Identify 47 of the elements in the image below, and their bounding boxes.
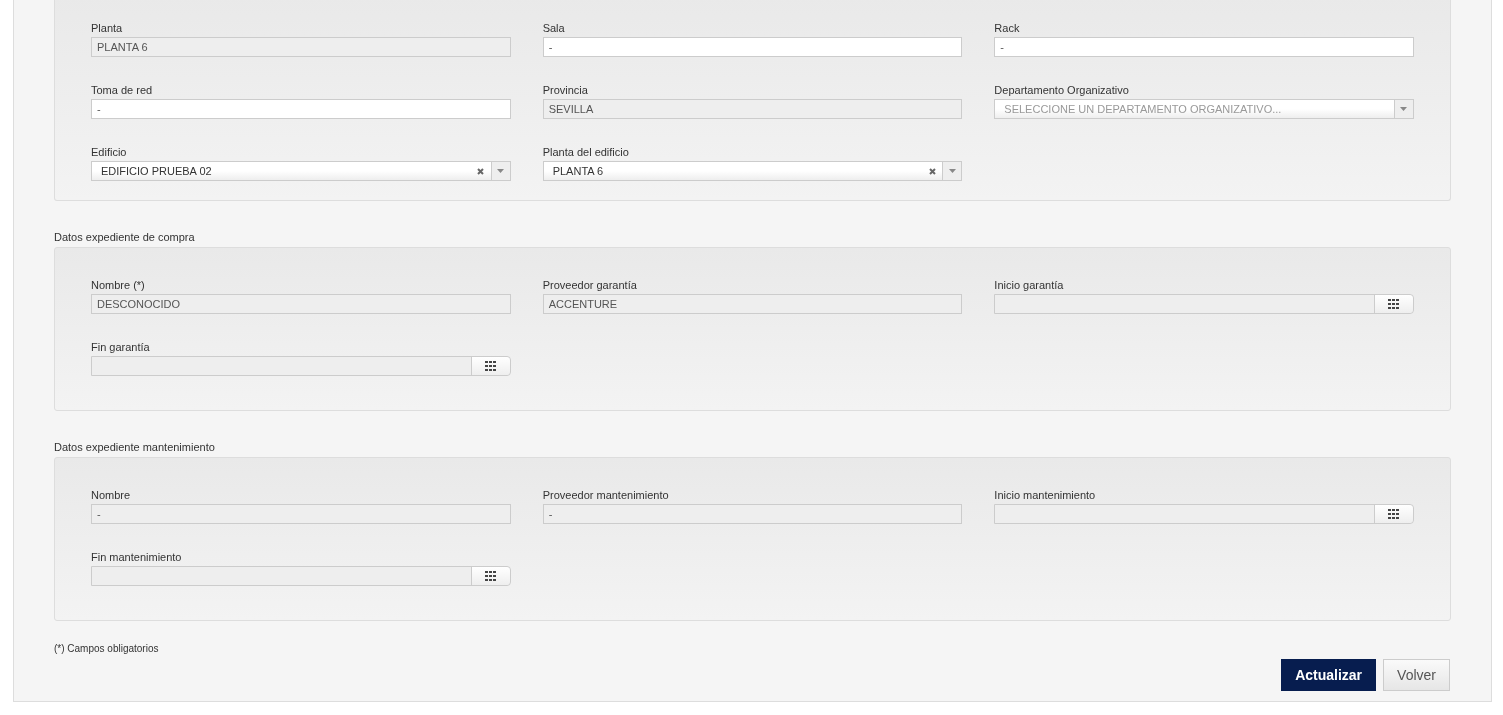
field-label: Planta del edificio — [542, 146, 630, 159]
field-label: Nombre (*) — [91, 279, 146, 292]
field-label: Inicio garantía — [994, 279, 1065, 292]
field-label: Rack — [994, 22, 1021, 35]
text-field[interactable]: - — [542, 37, 963, 57]
text-field[interactable]: PLANTA 6 — [91, 37, 511, 57]
section-title: Datos expediente mantenimiento — [54, 441, 216, 454]
field-label: Toma de red — [91, 84, 154, 97]
calendar-button[interactable] — [1374, 505, 1413, 523]
field-label: Sala — [542, 22, 566, 35]
calendar-icon — [485, 571, 497, 581]
text-field[interactable]: - — [994, 37, 1414, 57]
field-label: Fin mantenimiento — [91, 551, 183, 564]
caret-icon — [1400, 107, 1408, 111]
calendar-icon — [1388, 509, 1400, 519]
field-label: Proveedor mantenimiento — [542, 489, 670, 502]
text-field[interactable]: DESCONOCIDO — [91, 294, 511, 314]
date-field[interactable] — [91, 356, 511, 376]
field-label: Edificio — [91, 146, 128, 159]
text-field[interactable]: SEVILLA — [542, 99, 963, 119]
date-field[interactable] — [994, 294, 1414, 314]
field-label: Nombre — [91, 489, 132, 502]
caret-icon — [948, 169, 956, 173]
calendar-icon — [1388, 299, 1400, 309]
caret-icon — [497, 169, 505, 173]
field-label: Proveedor garantía — [542, 279, 638, 292]
field-label: Provincia — [542, 84, 589, 97]
back-button[interactable]: Volver — [1383, 659, 1450, 691]
text-field[interactable]: - — [91, 99, 511, 119]
text-field[interactable]: ACCENTURE — [542, 294, 963, 314]
field-label: Fin garantía — [91, 341, 151, 354]
calendar-button[interactable] — [470, 567, 510, 585]
calendar-button[interactable] — [470, 357, 510, 375]
text-field[interactable]: - — [542, 504, 963, 524]
update-button[interactable]: Actualizar — [1281, 659, 1377, 691]
text-field[interactable]: - — [91, 504, 511, 524]
field-label: Departamento Organizativo — [994, 84, 1130, 97]
calendar-button[interactable] — [1374, 295, 1413, 313]
calendar-icon — [485, 361, 497, 371]
field-label: Inicio mantenimiento — [994, 489, 1097, 502]
dropdown-field[interactable]: PLANTA 6 — [542, 161, 963, 181]
section-title: Datos expediente de compra — [54, 231, 196, 244]
dropdown-field[interactable]: EDIFICIO PRUEBA 02 — [91, 161, 511, 181]
date-field[interactable] — [91, 566, 511, 586]
date-field[interactable] — [994, 504, 1414, 524]
footnote: (*) Campos obligatorios — [54, 643, 159, 655]
field-label: Planta — [91, 22, 124, 35]
